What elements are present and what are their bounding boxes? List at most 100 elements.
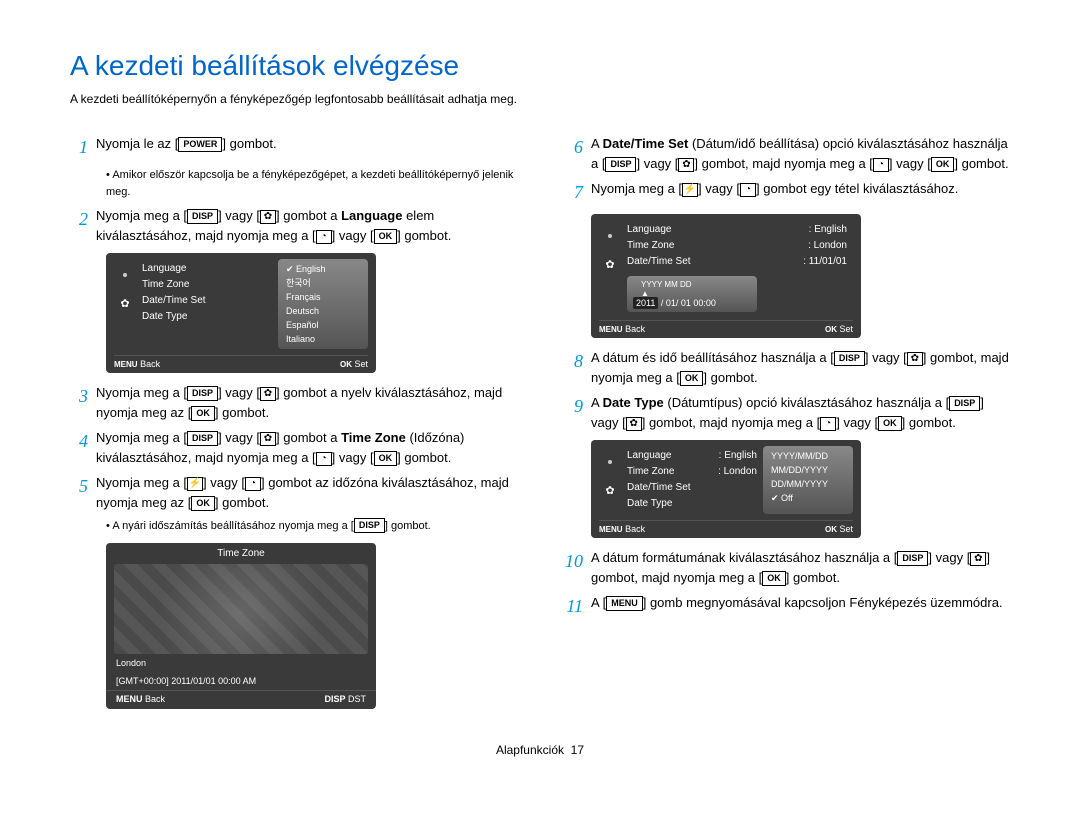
set-label: Set — [839, 324, 853, 334]
text: gombot. — [958, 156, 1009, 171]
lcd-datetype: ✿ Language: English Time Zone: London Da… — [591, 440, 861, 538]
label: Date/Time Set — [627, 254, 691, 270]
ok-button-label: OK — [931, 157, 955, 172]
macro-icon: ✿ — [260, 387, 276, 401]
option: Français — [286, 290, 360, 304]
ok-button-label: OK — [191, 496, 215, 511]
text: Nyomja meg a — [96, 475, 183, 490]
label: Time Zone — [627, 238, 674, 254]
text: gombot, majd nyomja meg a — [698, 156, 869, 171]
text: Nyomja meg a — [96, 385, 183, 400]
label: Language — [627, 222, 672, 238]
back-label: Back — [625, 524, 645, 534]
text: vagy — [222, 208, 257, 223]
text: A dátum és idő beállításához használja a — [591, 350, 830, 365]
step-2: 2 Nyomja meg a [DISP] vagy [✿] gombot a … — [70, 206, 515, 245]
label: Date Type — [627, 496, 757, 512]
columns: 1 Nyomja le az [POWER] gombot. Amikor el… — [70, 134, 1010, 719]
menu-hint: MENU — [599, 325, 623, 334]
timer-icon: ◔ — [245, 477, 261, 491]
bullet: Amikor először kapcsolja be a fényképező… — [106, 167, 515, 200]
disp-hint: DISP — [324, 694, 345, 704]
step-number: 7 — [565, 179, 591, 206]
option-selected: English — [286, 262, 360, 276]
disp-button-label: DISP — [187, 209, 218, 224]
step-number: 8 — [565, 348, 591, 387]
disp-button-label: DISP — [949, 396, 980, 411]
text: vagy — [335, 450, 370, 465]
text: gombot. — [401, 450, 452, 465]
text: gombot. — [905, 415, 956, 430]
step-number: 1 — [70, 134, 96, 161]
text: gombot, majd nyomja meg a — [645, 415, 816, 430]
step-10: 10 A dátum formátumának kiválasztásához … — [565, 548, 1010, 587]
text: vagy — [640, 156, 675, 171]
menu-item: Time Zone — [142, 277, 272, 293]
value: : London — [718, 464, 757, 480]
lcd-timezone: Time Zone London [GMT+00:00] 2011/01/01 … — [106, 543, 376, 709]
text: A — [591, 136, 603, 151]
ok-button-label: OK — [374, 451, 398, 466]
menu-button-label: MENU — [606, 596, 643, 611]
text: Nyomja meg a — [591, 181, 678, 196]
ok-button-label: OK — [191, 406, 215, 421]
text: vagy — [840, 415, 875, 430]
bullet: A nyári időszámítás beállításához nyomja… — [106, 518, 515, 535]
macro-icon: ✿ — [626, 417, 642, 431]
text: Nyomja meg a — [96, 430, 183, 445]
step-7: 7 Nyomja meg a [⚡] vagy [◔] gombot egy t… — [565, 179, 1010, 206]
flash-icon: ⚡ — [682, 183, 698, 197]
option: MM/DD/YYYY — [771, 463, 845, 477]
language-options: English 한국어 Français Deutsch Español Ita… — [278, 259, 368, 349]
language-bold: Language — [341, 208, 402, 223]
text: gombot. — [226, 136, 277, 151]
text: gombot. — [789, 570, 840, 585]
step-5: 5 Nyomja meg a [⚡] vagy [◔] gombot az id… — [70, 473, 515, 512]
text: vagy — [335, 228, 370, 243]
step-3: 3 Nyomja meg a [DISP] vagy [✿] gombot a … — [70, 383, 515, 422]
text: gombot a — [280, 430, 341, 445]
macro-icon: ✿ — [970, 552, 986, 566]
back-label: Back — [140, 359, 160, 369]
step-number: 11 — [565, 593, 591, 620]
ok-hint: OK — [825, 325, 837, 334]
back-label: Back — [145, 694, 165, 704]
lcd-sidebar: ✿ — [114, 259, 136, 349]
timer-icon: ◔ — [316, 452, 332, 466]
option-selected: Off — [771, 491, 845, 505]
ok-button-label: OK — [878, 416, 902, 431]
step-9: 9 A Date Type (Dátumtípus) opció kiválas… — [565, 393, 1010, 432]
text: Nyomja meg a — [96, 208, 183, 223]
step-1: 1 Nyomja le az [POWER] gombot. — [70, 134, 515, 161]
text: A dátum formátumának kiválasztásához has… — [591, 550, 894, 565]
flash-icon: ⚡ — [187, 477, 203, 491]
lcd-datetime: ✿ Language: English Time Zone: London Da… — [591, 214, 861, 338]
step-8: 8 A dátum és idő beállításához használja… — [565, 348, 1010, 387]
text: vagy — [702, 181, 737, 196]
page-subtitle: A kezdeti beállítóképernyőn a fényképező… — [70, 92, 1010, 106]
set-label: Set — [839, 524, 853, 534]
macro-icon: ✿ — [907, 352, 923, 366]
macro-icon: ✿ — [260, 210, 276, 224]
menu-item: Language — [142, 261, 272, 277]
step-number: 3 — [70, 383, 96, 422]
page-footer: Alapfunkciók 17 — [70, 743, 1010, 757]
text: vagy — [207, 475, 242, 490]
gear-icon: ✿ — [605, 258, 614, 271]
text: gombot. — [401, 228, 452, 243]
step-number: 4 — [70, 428, 96, 467]
step-number: 6 — [565, 134, 591, 173]
ok-button-label: OK — [374, 229, 398, 244]
datetype-options: YYYY/MM/DD MM/DD/YYYY DD/MM/YYYY Off — [763, 446, 853, 514]
option: Español — [286, 318, 360, 332]
datetimeset-bold: Date/Time Set — [603, 136, 689, 151]
page-title: A kezdeti beállítások elvégzése — [70, 50, 1010, 82]
option: YYYY/MM/DD — [771, 449, 845, 463]
text: gombot. — [219, 495, 270, 510]
ok-button-label: OK — [680, 371, 704, 386]
lcd-sidebar: ✿ — [599, 220, 621, 314]
worldmap — [114, 564, 368, 654]
page-number: 17 — [571, 743, 584, 757]
step-number: 9 — [565, 393, 591, 432]
menu-item: Date Type — [142, 309, 272, 325]
